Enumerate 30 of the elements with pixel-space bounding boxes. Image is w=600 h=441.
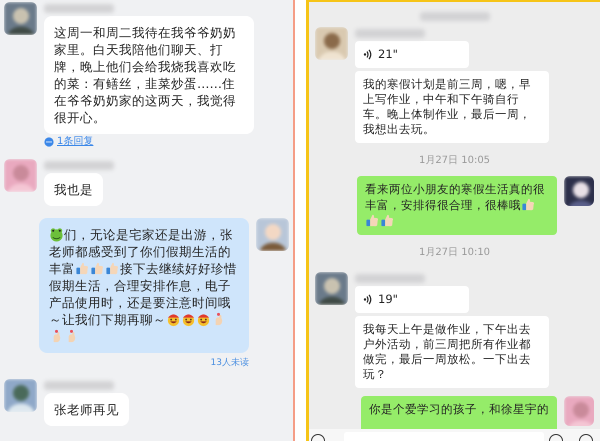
voice-message[interactable]: 21" [355, 41, 469, 68]
message-bubble: 们，无论是宅家还是出游，张老师都感受到了你们假期生活的丰富 接下去继续好好珍惜假期生活，合理安排作息，电子产品使用时，还是要注意时间哦～让我们下期再聊～ [39, 218, 249, 353]
thumbs-up-icon [75, 261, 90, 276]
thumbs-up-icon [105, 261, 120, 276]
timestamp: 1月27日 10:10 [418, 246, 492, 260]
read-status: 13人未读 [210, 357, 249, 370]
blurred-name [44, 380, 114, 390]
comment-icon [44, 136, 54, 146]
blurred-name [44, 4, 114, 13]
thumbs-up-icon [365, 213, 380, 228]
thumbs-up-icon [90, 261, 105, 276]
frog-emoji-icon [49, 227, 64, 242]
grinning-face-icon [166, 312, 181, 327]
blurred-name [355, 29, 425, 38]
message-bubble: 看来两位小朋友的寒假生活真的很丰富，安排得很合理，很棒哦 [357, 176, 557, 235]
voice-message[interactable]: 19" [355, 286, 469, 313]
grinning-face-icon [181, 312, 196, 327]
message-bubble: 我每天上午是做作业，下午出去户外活动，前三周把所有作业都做完，最后一周放松。一下出去玩？ [355, 316, 549, 388]
thumbs-up-icon [380, 213, 395, 228]
message-bubble: 我也是 [44, 173, 103, 206]
blurred-name [355, 274, 425, 283]
grinning-face-icon [196, 312, 211, 327]
voice-icon [363, 294, 372, 305]
timestamp: 1月27日 10:05 [418, 154, 492, 168]
message-bubble: 这周一和周二我待在我爷爷奶奶家里。白天我陪他们聊天、打牌，晚上他们会给我烧我喜欢吃的菜：有鳝丝，韭菜炒蛋……住在爷爷奶奶家的这两天，我觉得很开心。 [44, 16, 254, 134]
message-bubble: 我的寒假计划是前三周，嗯，早上写作业，中午和下午骑自行车。晚上体制作业，最后一周，我想出去玩。 [355, 71, 549, 143]
message-bubble: 张老师再见 [44, 392, 129, 426]
voice-icon [363, 49, 372, 60]
blurred-name [44, 161, 114, 170]
thumbs-up-icon [521, 197, 536, 212]
